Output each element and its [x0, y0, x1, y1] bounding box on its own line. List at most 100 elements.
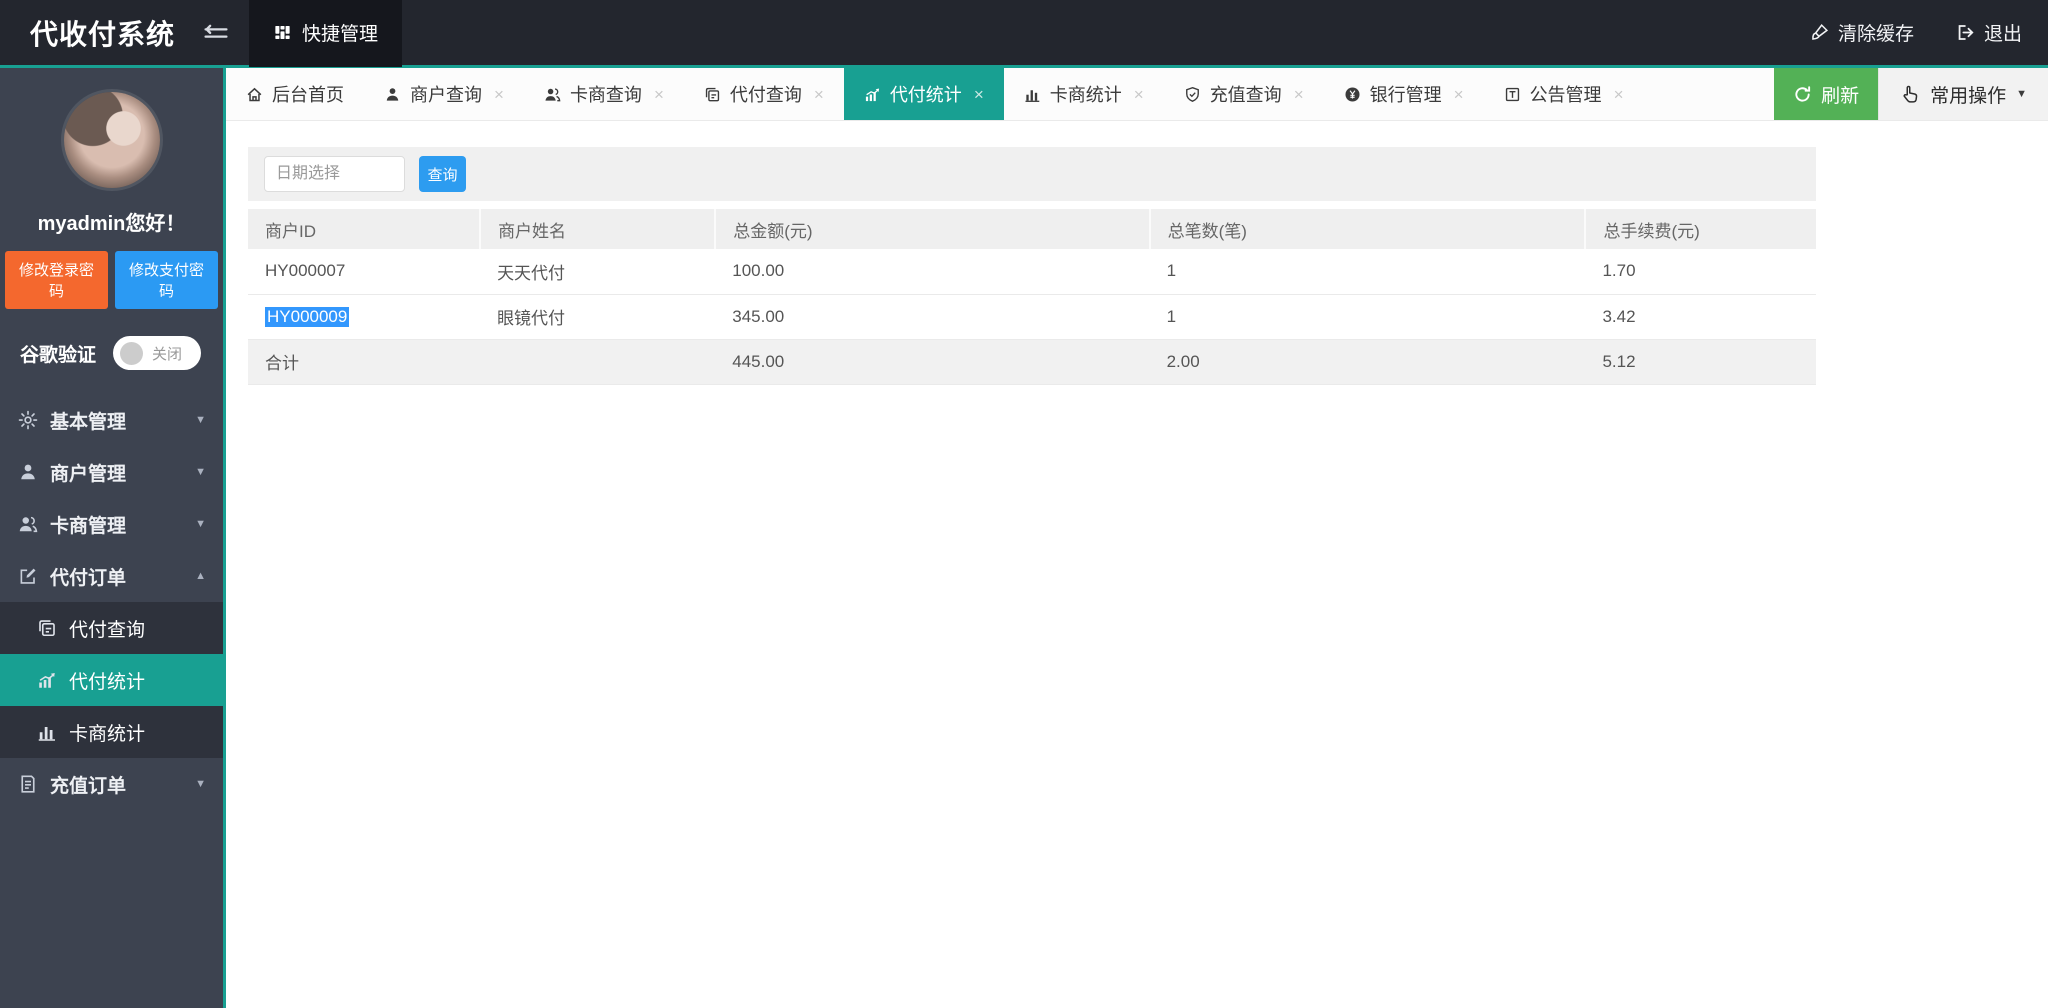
- chevron-down-icon: ▼: [195, 518, 206, 530]
- close-tab-icon[interactable]: ×: [494, 86, 504, 103]
- tab[interactable]: 后台首页: [226, 68, 364, 120]
- tab-label: 银行管理: [1369, 85, 1442, 105]
- table-cell: HY000009: [248, 294, 481, 340]
- chevron-down-icon: ▼: [2016, 88, 2027, 100]
- sidebar-menu: 基本管理 ▼ 商户管理 ▼ 卡商管理 ▼ 代付订单 ▲ 代付查询 代付统计 卡商统计 充值订单 ▼: [0, 394, 223, 810]
- table-cell: 3.42: [1585, 294, 1816, 340]
- date-picker-input[interactable]: [264, 156, 405, 192]
- table-cell: 345.00: [715, 294, 1150, 340]
- main-content: 查询 商户ID商户姓名总金额(元)总笔数(笔)总手续费(元) HY000007天…: [226, 121, 2048, 1008]
- sidebar-menu-item-label: 卡商管理: [50, 515, 127, 537]
- sidebar-menu-item[interactable]: 商户管理 ▼: [0, 446, 223, 498]
- refresh-icon: [1793, 85, 1812, 104]
- close-tab-icon[interactable]: ×: [974, 86, 984, 103]
- sidebar-submenu-item[interactable]: 卡商统计: [0, 706, 223, 758]
- table-cell: 合计: [248, 339, 481, 385]
- tab[interactable]: 商户查询 ×: [364, 68, 524, 120]
- tab-label: 充值查询: [1209, 85, 1282, 105]
- table-cell: 445.00: [715, 339, 1150, 385]
- table-row: HY000007 天天代付 100.00 1 1.70: [248, 249, 1816, 295]
- sidebar-submenu-item[interactable]: 代付查询: [0, 602, 223, 654]
- logout-button[interactable]: 退出: [1956, 19, 2022, 46]
- table-cell: HY000007: [248, 249, 481, 295]
- change-pay-password-button[interactable]: 修改支付密码: [115, 251, 218, 309]
- query-button[interactable]: 查询: [419, 156, 466, 192]
- notice-icon: [1504, 86, 1521, 103]
- clear-cache-button[interactable]: 清除缓存: [1810, 19, 1914, 46]
- tab[interactable]: 卡商统计 ×: [1004, 68, 1164, 120]
- chevron-down-icon: ▼: [195, 778, 206, 790]
- common-operations-label: 常用操作: [1930, 85, 2007, 107]
- tab-label: 商户查询: [410, 85, 482, 105]
- payout-order-icon: [18, 566, 38, 586]
- logout-label: 退出: [1983, 24, 2022, 45]
- tab[interactable]: 公告管理 ×: [1484, 68, 1644, 120]
- change-login-password-button[interactable]: 修改登录密码: [5, 251, 108, 309]
- table-cell: 2.00: [1149, 339, 1586, 385]
- password-buttons: 修改登录密码 修改支付密码: [0, 251, 223, 309]
- table-cell: 5.12: [1585, 339, 1816, 385]
- close-tab-icon[interactable]: ×: [654, 86, 664, 103]
- payout-stats-icon: [37, 670, 57, 690]
- logout-icon: [1956, 23, 1975, 42]
- sidebar-menu-item[interactable]: 基本管理 ▼: [0, 394, 223, 446]
- google-auth-row: 谷歌验证 关闭: [20, 336, 223, 370]
- close-tab-icon[interactable]: ×: [1614, 86, 1624, 103]
- dealer-stats-icon: [37, 722, 57, 742]
- toggle-state-label: 关闭: [152, 345, 183, 363]
- merchant-icon: [384, 86, 401, 103]
- column-header: 总金额(元): [714, 209, 1150, 249]
- sidebar-menu-item-label: 充值订单: [50, 775, 127, 797]
- google-auth-toggle[interactable]: 关闭: [113, 336, 202, 370]
- payout-query-icon: [704, 86, 721, 103]
- tab-label: 代付统计: [889, 85, 962, 105]
- refresh-button[interactable]: 刷新: [1774, 68, 1879, 120]
- card-dealer-icon: [18, 514, 38, 534]
- tab-label: 卡商查询: [569, 85, 642, 105]
- close-tab-icon[interactable]: ×: [1134, 86, 1144, 103]
- sidebar-menu-item[interactable]: 充值订单 ▼: [0, 758, 223, 810]
- sidebar-menu-item-label: 代付订单: [50, 567, 127, 589]
- right-column: 后台首页 商户查询 × 卡商查询 × 代付查询 × 代付统计 × 卡商统计 × 充值查询 × 银行管理 × 公…: [226, 68, 2048, 1008]
- sidebar-menu-item-label: 商户管理: [50, 463, 127, 485]
- tab-label: 公告管理: [1529, 85, 1602, 105]
- dealer-stats-icon: [1024, 86, 1041, 103]
- toggle-knob-icon: [120, 341, 144, 365]
- tab[interactable]: 充值查询 ×: [1164, 68, 1324, 120]
- merchant-icon: [18, 462, 38, 482]
- clear-cache-label: 清除缓存: [1837, 24, 1914, 45]
- tab[interactable]: 银行管理 ×: [1324, 68, 1484, 120]
- quick-manage-button[interactable]: 快捷管理: [249, 0, 403, 67]
- tab-label: 代付查询: [729, 85, 802, 105]
- chevron-down-icon: ▼: [195, 414, 206, 426]
- brush-icon: [1810, 23, 1829, 42]
- quick-manage-label: 快捷管理: [302, 24, 379, 45]
- table-row: HY000009 眼镜代付 345.00 1 3.42: [248, 294, 1816, 340]
- close-tab-icon[interactable]: ×: [1454, 86, 1464, 103]
- topbar: 代收付系统 快捷管理 清除缓存 退出: [0, 0, 2048, 68]
- collapse-sidebar-icon[interactable]: [203, 23, 229, 43]
- sidebar-submenu-item[interactable]: 代付统计: [0, 654, 223, 706]
- column-header: 商户姓名: [479, 209, 716, 249]
- column-header: 总笔数(笔): [1148, 209, 1586, 249]
- close-tab-icon[interactable]: ×: [814, 86, 824, 103]
- app-root: 代收付系统 快捷管理 清除缓存 退出 myadmin您好！ 修改登录密码 修改支…: [0, 0, 2048, 1008]
- tab[interactable]: 代付查询 ×: [684, 68, 844, 120]
- card-dealer-icon: [544, 86, 561, 103]
- app-title: 代收付系统: [30, 18, 176, 50]
- shield-check-icon: [1184, 86, 1201, 103]
- common-operations-dropdown[interactable]: 常用操作 ▼: [1878, 68, 2048, 120]
- avatar[interactable]: [63, 92, 160, 188]
- close-tab-icon[interactable]: ×: [1294, 86, 1304, 103]
- tab[interactable]: 卡商查询 ×: [524, 68, 684, 120]
- tab-label: 后台首页: [272, 85, 344, 105]
- tab[interactable]: 代付统计 ×: [843, 68, 1004, 120]
- table-cell: 1.70: [1585, 249, 1816, 295]
- hand-icon: [1900, 84, 1920, 104]
- sidebar-submenu-item-label: 代付查询: [69, 619, 146, 641]
- table-cell: 天天代付: [480, 249, 716, 295]
- sidebar-menu-item[interactable]: 卡商管理 ▼: [0, 498, 223, 550]
- sidebar-menu-item[interactable]: 代付订单 ▲: [0, 550, 223, 602]
- refresh-label: 刷新: [1821, 85, 1860, 107]
- yen-circle-icon: [1344, 86, 1361, 103]
